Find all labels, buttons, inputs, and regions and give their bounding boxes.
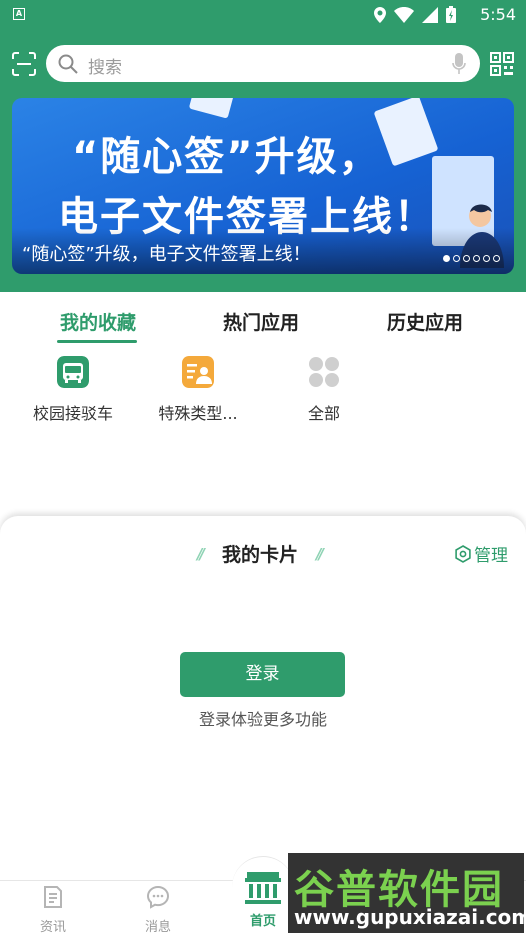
promo-banner[interactable]: “随心签”升级， 电子文件签署上线！ “随心签”升级，电子文件签署上线！ (12, 98, 514, 274)
app-label: 全部 (307, 404, 340, 423)
cards-title: 我的卡片 (222, 544, 299, 566)
carousel-indicator (443, 255, 500, 262)
battery-icon (446, 6, 456, 23)
nav-label: 消息 (144, 920, 171, 935)
nav-messages[interactable]: 消息 (128, 885, 188, 935)
tab-recent-apps[interactable]: 历史应用 (387, 308, 463, 335)
tab-favorites[interactable]: 我的收藏 (60, 308, 136, 335)
search-placeholder: 搜索 (88, 58, 122, 78)
scan-icon[interactable] (12, 52, 36, 76)
home-icon (245, 872, 281, 904)
carousel-dot (453, 255, 460, 262)
app-label: 校园接驳车 (32, 404, 113, 423)
location-icon (374, 6, 386, 23)
qr-code-icon[interactable] (490, 52, 514, 76)
nav-news[interactable]: 资讯 (23, 885, 83, 935)
app-special-type[interactable]: 特殊类型... (143, 356, 253, 424)
bus-icon (57, 356, 89, 388)
app-notification-icon: A (13, 8, 25, 20)
clock: 5:54 (480, 5, 516, 24)
news-icon (44, 886, 62, 908)
active-tab-indicator (57, 340, 137, 343)
app-all[interactable]: 全部 (269, 356, 379, 424)
carousel-dot (483, 255, 490, 262)
carousel-dot (463, 255, 470, 262)
nav-label: 资讯 (39, 920, 66, 935)
watermark-url: www.gupuxiazai.com (294, 905, 526, 929)
message-icon (146, 885, 170, 909)
paper-decoration (188, 98, 236, 119)
app-shuttle-bus[interactable]: 校园接驳车 (18, 356, 128, 424)
nav-label: 首页 (249, 914, 276, 929)
grid-icon (309, 357, 339, 387)
title-decoration: // (316, 545, 324, 563)
banner-caption: “随心签”升级，电子文件签署上线！ (22, 244, 311, 265)
title-decoration: // (197, 545, 205, 563)
login-button[interactable]: 登录 (180, 652, 345, 697)
settings-icon (455, 544, 471, 563)
status-bar: A 5:54 (0, 0, 526, 30)
carousel-dot (443, 255, 450, 262)
carousel-dot (473, 255, 480, 262)
paper-decoration (373, 98, 439, 167)
manage-button[interactable]: 管理 (454, 541, 508, 566)
search-icon (58, 54, 78, 74)
id-card-icon (182, 356, 214, 388)
wifi-icon (394, 6, 414, 23)
watermark-logo: 谷普软件园 www.gupuxiazai.com (288, 853, 526, 933)
manage-label: 管理 (474, 546, 508, 566)
nav-home[interactable]: 首页 (233, 868, 293, 929)
search-input[interactable]: 搜索 (46, 45, 480, 82)
microphone-icon[interactable] (452, 53, 466, 75)
banner-headline: “随心签”升级， (72, 134, 381, 180)
carousel-dot (493, 255, 500, 262)
login-hint: 登录体验更多功能 (198, 710, 327, 729)
tab-popular-apps[interactable]: 热门应用 (223, 308, 299, 335)
app-label: 特殊类型... (158, 404, 238, 423)
status-icons (374, 6, 456, 23)
signal-icon (422, 6, 438, 23)
my-cards-panel (0, 516, 526, 886)
